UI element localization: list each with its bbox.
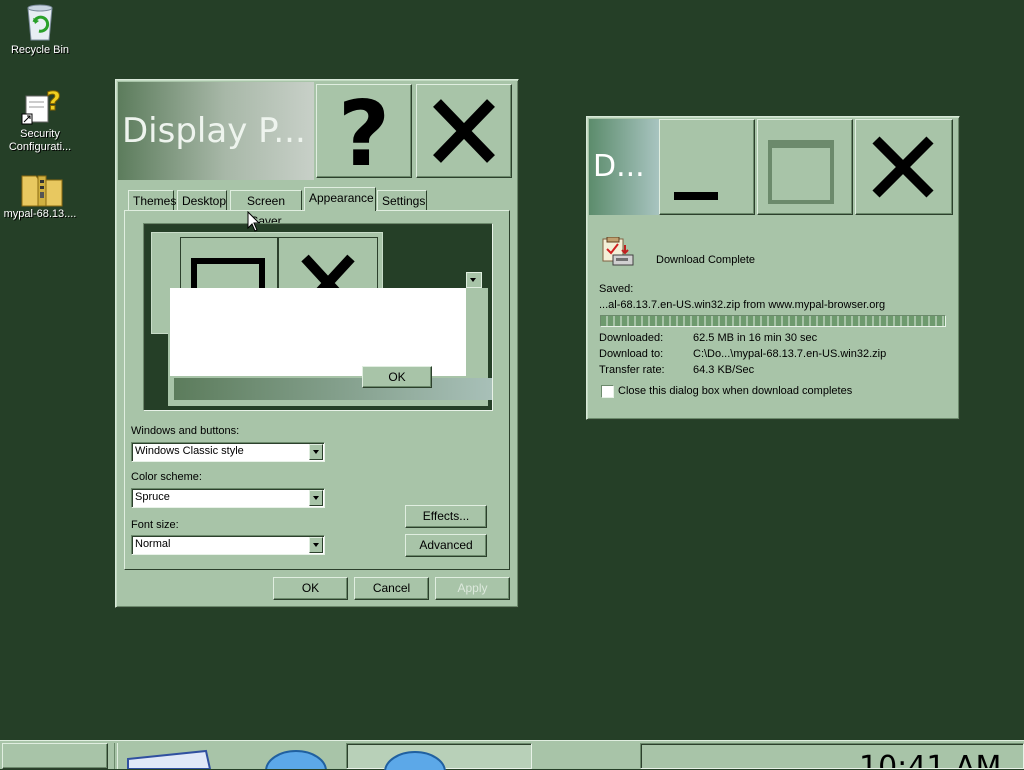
transfer-rate-value: 64.3 KB/Sec — [693, 364, 755, 376]
preview-message-area — [170, 288, 466, 376]
svg-text:?: ? — [46, 87, 60, 117]
chevron-down-icon[interactable] — [309, 490, 323, 506]
window-title: D... — [589, 119, 659, 215]
tab-screen-saver[interactable]: Screen Saver — [230, 190, 302, 228]
preview-ok-button: OK — [362, 366, 432, 388]
tab-themes[interactable]: Themes — [128, 190, 176, 210]
taskbar: 10:41 AM — [0, 740, 1024, 770]
font-size-value: Normal — [135, 538, 171, 550]
advanced-button[interactable]: Advanced — [405, 534, 487, 557]
appearance-panel: OK Windows and buttons: Windows Classic … — [124, 210, 510, 570]
download-complete-icon — [602, 237, 634, 266]
downloaded-value: 62.5 MB in 16 min 30 sec — [693, 332, 818, 344]
preview-message-box: OK — [168, 288, 492, 406]
download-status: Download Complete — [656, 254, 756, 266]
close-icon — [433, 99, 495, 163]
desktop-icon-label: Recycle Bin — [10, 44, 70, 56]
browser-icon[interactable] — [248, 747, 328, 769]
appearance-preview: OK — [143, 223, 493, 411]
tab-settings[interactable]: Settings — [377, 190, 427, 210]
close-button[interactable] — [416, 84, 512, 178]
desktop-icon-recycle-bin[interactable]: Recycle Bin — [0, 2, 80, 57]
desktop-icon-mypal-zip[interactable]: mypal-68.13.... — [0, 166, 80, 221]
browser-icon — [384, 751, 446, 770]
download-to-label: Download to: — [599, 348, 664, 360]
svg-text:?: ? — [338, 85, 390, 177]
chevron-down-icon[interactable] — [309, 537, 323, 553]
close-when-done-label[interactable]: Close this dialog box when download comp… — [618, 385, 852, 397]
saved-value: ...al-68.13.7.en-US.win32.zip from www.m… — [599, 299, 886, 311]
preview-title-bar — [174, 378, 492, 400]
windows-buttons-value: Windows Classic style — [135, 445, 244, 457]
desktop-icon-security-config[interactable]: ? Security Configurati... — [0, 86, 80, 154]
close-when-done-checkbox[interactable] — [601, 385, 614, 398]
chevron-down-icon[interactable] — [309, 444, 323, 460]
close-button[interactable] — [855, 119, 953, 215]
start-button[interactable] — [2, 743, 108, 769]
mouse-cursor-icon — [247, 211, 261, 232]
help-icon: ? — [338, 82, 390, 187]
windows-buttons-select[interactable]: Windows Classic style — [131, 442, 325, 462]
zip-folder-icon — [20, 166, 63, 207]
taskbar-active-button[interactable] — [346, 743, 532, 770]
preview-scroll-arrow — [466, 272, 482, 288]
apply-button[interactable]: Apply — [435, 577, 510, 600]
help-button[interactable]: ? — [316, 82, 412, 187]
minimize-button[interactable] — [659, 119, 755, 215]
window-title: Display P... — [118, 82, 314, 180]
color-scheme-select[interactable]: Spruce — [131, 488, 325, 508]
download-to-value: C:\Do...\mypal-68.13.7.en-US.win32.zip — [693, 348, 887, 360]
quick-launch-divider — [114, 743, 118, 769]
download-window: D... Download Complete Saved: ...al-68.1… — [586, 116, 960, 420]
color-scheme-label: Color scheme: — [131, 471, 202, 483]
ok-button[interactable]: OK — [273, 577, 348, 600]
cancel-button[interactable]: Cancel — [354, 577, 429, 600]
minimize-icon — [674, 192, 718, 200]
transfer-rate-label: Transfer rate: — [599, 364, 665, 376]
font-size-select[interactable]: Normal — [131, 535, 325, 555]
saved-label: Saved: — [599, 283, 634, 295]
security-config-icon: ? — [20, 86, 62, 126]
tab-appearance[interactable]: Appearance — [304, 187, 376, 211]
color-scheme-value: Spruce — [135, 491, 170, 503]
effects-button[interactable]: Effects... — [405, 505, 487, 528]
downloaded-label: Downloaded: — [599, 332, 664, 344]
desktop-icon-label: Security Configurati... — [8, 128, 72, 153]
close-icon — [872, 136, 934, 198]
tab-desktop[interactable]: Desktop — [177, 190, 227, 210]
maximize-button[interactable] — [757, 119, 853, 215]
recycle-bin-icon — [20, 2, 60, 42]
clock[interactable]: 10:41 AM — [859, 750, 1001, 768]
system-tray: 10:41 AM — [640, 743, 1024, 769]
windows-buttons-label: Windows and buttons: — [131, 425, 240, 437]
font-size-label: Font size: — [131, 519, 179, 531]
display-properties-window: Display P... ? Themes Desktop Screen Sav… — [115, 79, 519, 608]
show-desktop-icon[interactable] — [126, 747, 214, 769]
maximize-icon — [768, 140, 834, 204]
download-progress-bar — [600, 315, 946, 327]
